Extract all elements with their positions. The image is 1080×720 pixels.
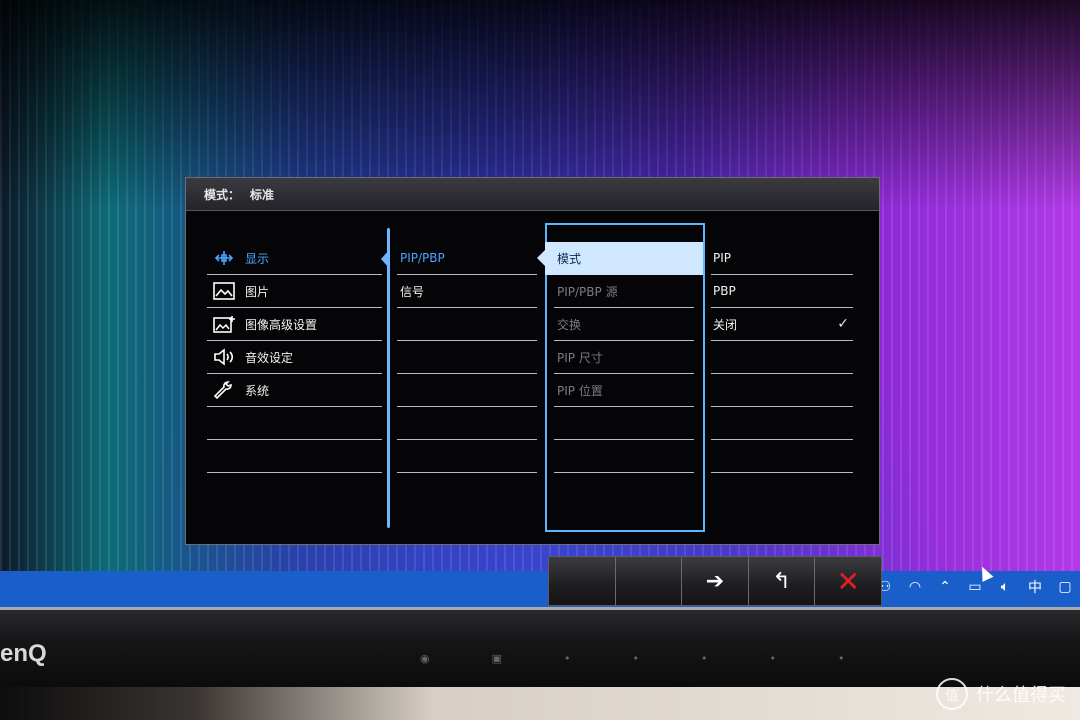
value-item[interactable]: PIP bbox=[711, 242, 853, 275]
bezel-key-4[interactable]: • bbox=[770, 652, 777, 665]
menu-separator bbox=[387, 228, 390, 528]
main-menu: 显示图片图像高级设置 音效设定系统 bbox=[207, 242, 382, 473]
watermark-text: 什么值得买 bbox=[976, 685, 1066, 706]
main-menu-label: 系统 bbox=[245, 383, 270, 398]
speaker-icon bbox=[211, 346, 237, 368]
blank-key-1[interactable] bbox=[549, 557, 616, 605]
option-item[interactable]: PIP 位置 bbox=[554, 374, 694, 407]
main-menu-item[interactable]: 音效设定 bbox=[207, 341, 382, 374]
input-button-icon[interactable]: ▣ bbox=[492, 652, 502, 665]
sub-menu: PIP/PBP 信号 bbox=[397, 242, 537, 473]
bezel-key-5[interactable]: • bbox=[838, 652, 845, 665]
option-item[interactable]: PIP/PBP 源 bbox=[554, 275, 694, 308]
wifi-icon[interactable]: ◠ bbox=[906, 579, 924, 595]
sub-menu-empty-row bbox=[397, 407, 537, 440]
value-empty-row bbox=[711, 407, 853, 440]
checkmark-icon: ✓ bbox=[837, 316, 849, 332]
sub-menu-item[interactable]: 信号 bbox=[397, 275, 537, 308]
bezel-key-3[interactable]: • bbox=[701, 652, 708, 665]
value-empty-row bbox=[711, 374, 853, 407]
power-button-icon[interactable]: ◉ bbox=[420, 652, 430, 665]
watermark-logo-icon: 值 bbox=[936, 678, 968, 710]
main-menu-item[interactable]: 显示 bbox=[207, 242, 382, 275]
value-label: 关闭 bbox=[713, 317, 738, 332]
system-tray: ⚇ ◠ ⌃ ▭ 🔈︎ 中 ▢ bbox=[876, 577, 1074, 597]
sub-menu-empty-row bbox=[397, 374, 537, 407]
sub-menu-empty-row bbox=[397, 341, 537, 374]
main-menu-label: 显示 bbox=[245, 251, 270, 266]
main-menu-item[interactable]: 系统 bbox=[207, 374, 382, 407]
mode-value: 标准 bbox=[250, 187, 275, 202]
value-empty-row bbox=[711, 341, 853, 374]
picture-icon bbox=[211, 280, 237, 302]
main-menu-label: 图片 bbox=[245, 284, 270, 299]
main-menu-empty-row bbox=[207, 407, 382, 440]
main-menu-item[interactable]: 图片 bbox=[207, 275, 382, 308]
back-icon[interactable]: ↰ bbox=[749, 557, 816, 605]
ime-indicator[interactable]: 中 bbox=[1026, 577, 1044, 597]
osd-hotkey-bar: ➔ ↰ ✕ bbox=[548, 556, 882, 606]
options-menu: 模式 PIP/PBP 源交换 PIP 尺寸 PIP 位置 bbox=[537, 242, 703, 473]
mode-label: 模式： bbox=[204, 187, 241, 202]
main-menu-label: 图像高级设置 bbox=[245, 317, 318, 332]
main-menu-empty-row bbox=[207, 440, 382, 473]
sub-menu-empty-row bbox=[397, 308, 537, 341]
value-empty-row bbox=[711, 440, 853, 473]
close-icon[interactable]: ✕ bbox=[815, 557, 881, 605]
display-icon bbox=[211, 247, 237, 269]
value-item[interactable]: 关闭 ✓ bbox=[711, 308, 853, 341]
option-empty-row bbox=[554, 407, 694, 440]
picture-advanced-icon bbox=[211, 313, 237, 335]
enter-arrow-icon[interactable]: ➔ bbox=[682, 557, 749, 605]
brand-logo: enQ bbox=[0, 640, 47, 667]
chevron-up-icon[interactable]: ⌃ bbox=[936, 579, 954, 595]
sub-menu-empty-row bbox=[397, 440, 537, 473]
bezel-key-1[interactable]: • bbox=[564, 652, 571, 665]
watermark: 值 什么值得买 bbox=[936, 678, 1066, 710]
wrench-icon bbox=[211, 379, 237, 401]
monitor-bezel bbox=[0, 607, 1080, 690]
bezel-buttons: ◉ ▣ • • • • • bbox=[420, 652, 845, 665]
blank-key-2[interactable] bbox=[616, 557, 683, 605]
option-empty-row bbox=[554, 440, 694, 473]
value-label: PIP bbox=[713, 251, 732, 265]
osd-header: 模式： 标准 bbox=[186, 178, 879, 211]
values-menu: PIP PBP 关闭 ✓ bbox=[711, 242, 853, 473]
option-item[interactable]: PIP 尺寸 bbox=[554, 341, 694, 374]
option-item[interactable]: 交换 bbox=[554, 308, 694, 341]
main-menu-item[interactable]: 图像高级设置 bbox=[207, 308, 382, 341]
main-menu-label: 音效设定 bbox=[245, 350, 294, 365]
bezel-key-2[interactable]: • bbox=[633, 652, 640, 665]
desk-background bbox=[0, 687, 1080, 720]
sub-menu-item[interactable]: PIP/PBP bbox=[397, 242, 537, 275]
value-label: PBP bbox=[713, 284, 736, 298]
option-item[interactable]: 模式 bbox=[537, 242, 703, 275]
osd-menu: 模式： 标准 显示图片图像高级设置 音效设定系统 PIP/PBP 信号 模式 PIP/… bbox=[185, 177, 880, 545]
notification-icon[interactable]: ▢ bbox=[1056, 579, 1074, 595]
volume-icon[interactable]: 🔈︎ bbox=[996, 579, 1014, 595]
value-item[interactable]: PBP bbox=[711, 275, 853, 308]
menu-separator-pointer bbox=[381, 250, 389, 268]
